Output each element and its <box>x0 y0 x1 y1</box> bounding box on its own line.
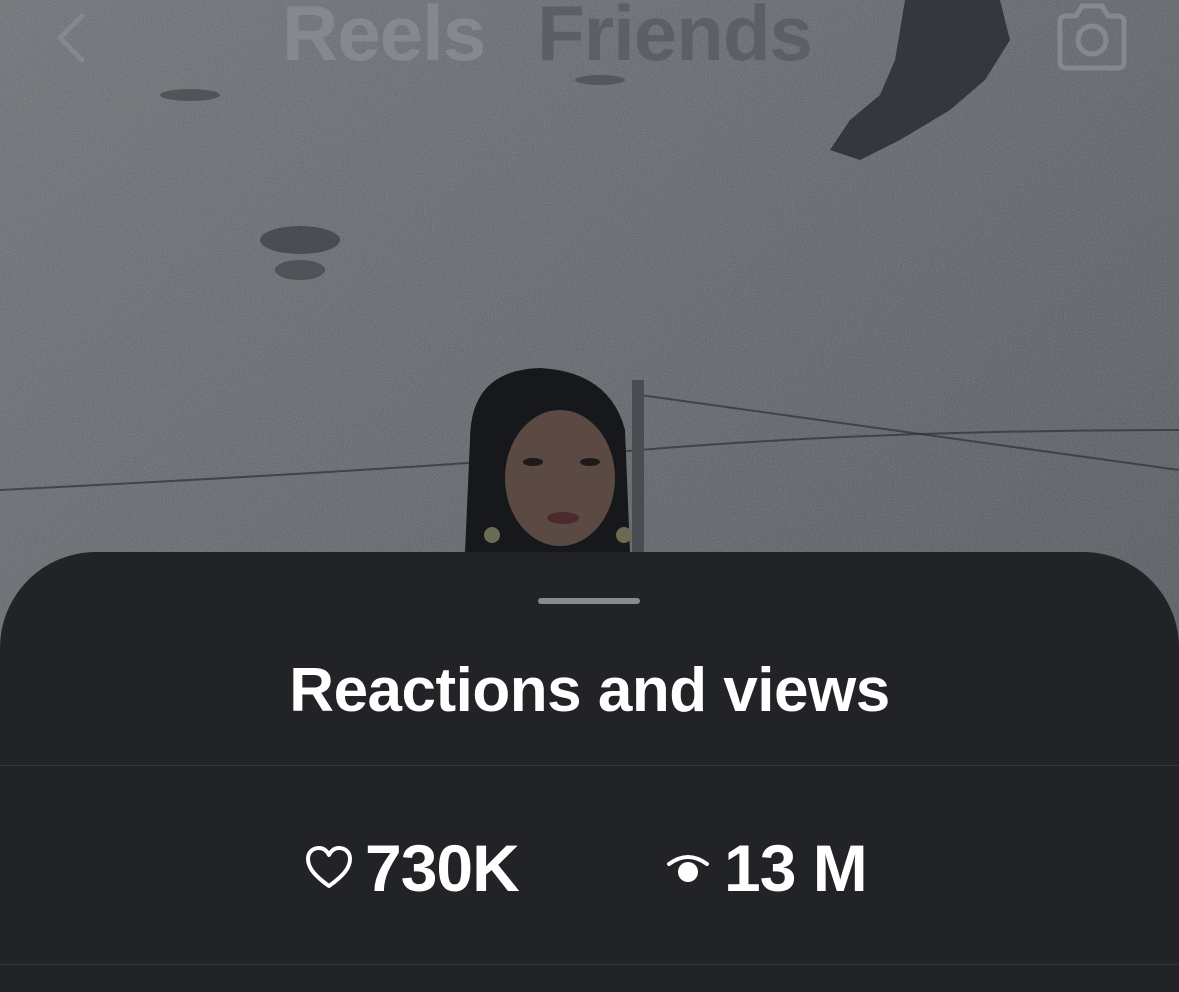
divider <box>0 765 1179 766</box>
sheet-title: Reactions and views <box>289 656 890 725</box>
camera-icon <box>1057 3 1127 71</box>
heart-icon <box>305 844 353 892</box>
reels-tabs: Reels Friends <box>282 0 813 72</box>
views-count: 13 M <box>724 831 868 905</box>
views-stat: 13 M <box>664 831 868 905</box>
top-nav: Reels Friends <box>0 0 1179 90</box>
eye-icon <box>664 844 712 892</box>
tab-friends[interactable]: Friends <box>537 0 813 72</box>
camera-button[interactable] <box>1052 0 1132 74</box>
tab-reels[interactable]: Reels <box>282 0 486 72</box>
chevron-left-icon <box>57 13 85 63</box>
reels-screen: Reels Friends Reactions and views 730K 1… <box>0 0 1179 992</box>
likes-count: 730K <box>365 831 520 905</box>
likes-stat: 730K <box>305 831 520 905</box>
reactions-sheet: Reactions and views 730K 13 M <box>0 552 1179 992</box>
sheet-grabber[interactable] <box>538 598 640 604</box>
stats-row: 730K 13 M <box>0 832 1179 904</box>
divider <box>0 964 1179 965</box>
back-button[interactable] <box>40 6 104 70</box>
